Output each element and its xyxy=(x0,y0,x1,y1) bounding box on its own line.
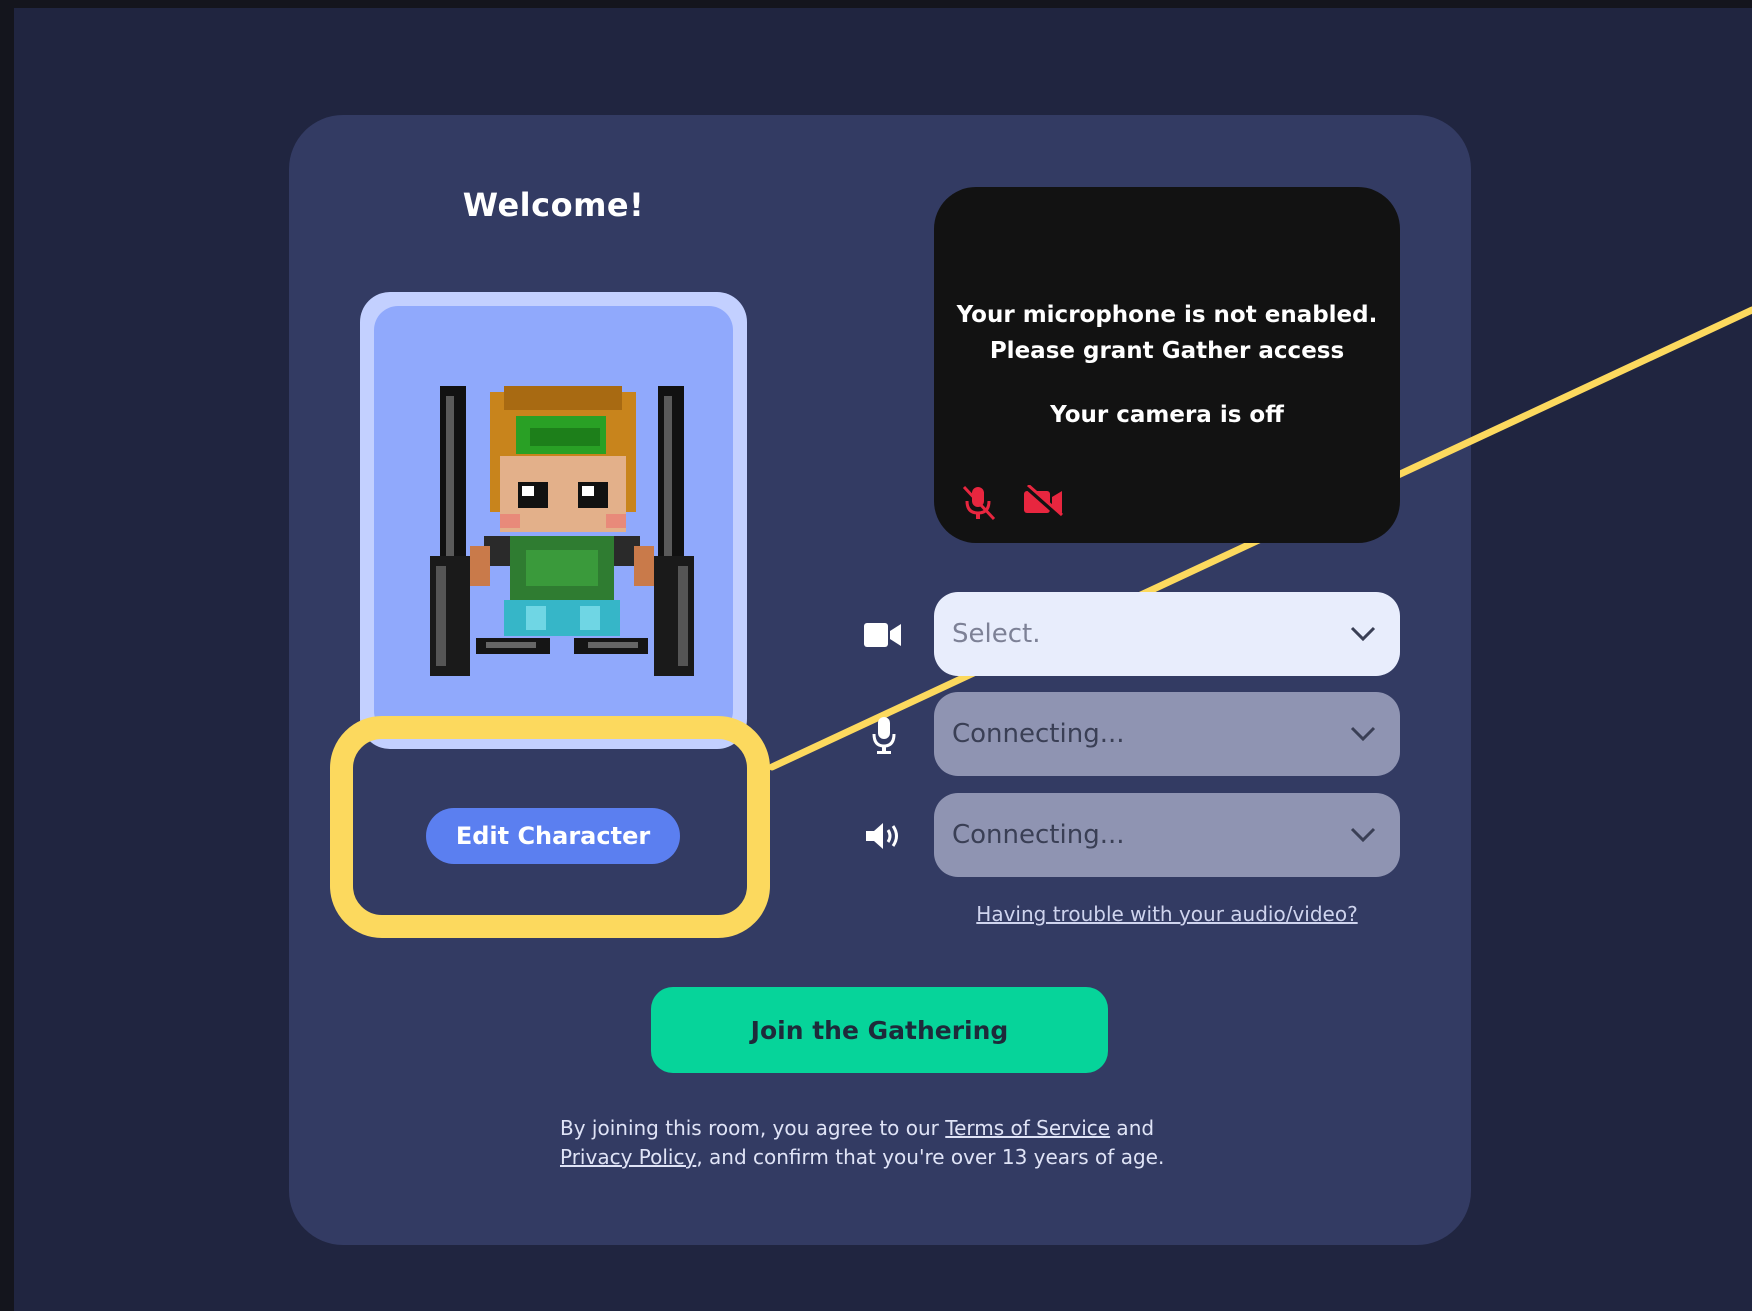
chevron-down-icon xyxy=(1350,726,1376,742)
camera-icon xyxy=(864,623,901,647)
legal-notice: By joining this room, you agree to our T… xyxy=(560,1114,1198,1172)
speaker-select-value: Connecting... xyxy=(952,820,1125,850)
privacy-policy-link[interactable]: Privacy Policy xyxy=(560,1145,696,1169)
camera-select[interactable]: Select. xyxy=(934,592,1400,676)
audio-video-help-link[interactable]: Having trouble with your audio/video? xyxy=(934,902,1400,926)
mic-status-line1: Your microphone is not enabled. xyxy=(956,302,1378,328)
terms-of-service-link[interactable]: Terms of Service xyxy=(945,1116,1110,1140)
legal-suffix: , and confirm that you're over 13 years … xyxy=(696,1145,1165,1169)
chevron-down-icon xyxy=(1350,626,1376,642)
chevron-down-icon xyxy=(1350,827,1376,843)
microphone-select[interactable]: Connecting... xyxy=(934,692,1400,776)
video-preview: Your microphone is not enabled. Please g… xyxy=(934,187,1400,543)
camera-off-icon[interactable] xyxy=(1022,485,1064,519)
camera-status: Your camera is off xyxy=(1050,402,1284,428)
join-gathering-button[interactable]: Join the Gathering xyxy=(651,987,1108,1073)
mic-muted-icon[interactable] xyxy=(958,483,998,523)
microphone-select-value: Connecting... xyxy=(952,719,1125,749)
mic-status-line2: Please grant Gather access xyxy=(989,338,1345,364)
microphone-icon xyxy=(872,717,896,754)
speaker-icon xyxy=(866,823,898,849)
speaker-select[interactable]: Connecting... xyxy=(934,793,1400,877)
legal-and: and xyxy=(1110,1116,1155,1140)
camera-select-value: Select. xyxy=(952,619,1041,649)
legal-prefix: By joining this room, you agree to our xyxy=(560,1116,946,1140)
